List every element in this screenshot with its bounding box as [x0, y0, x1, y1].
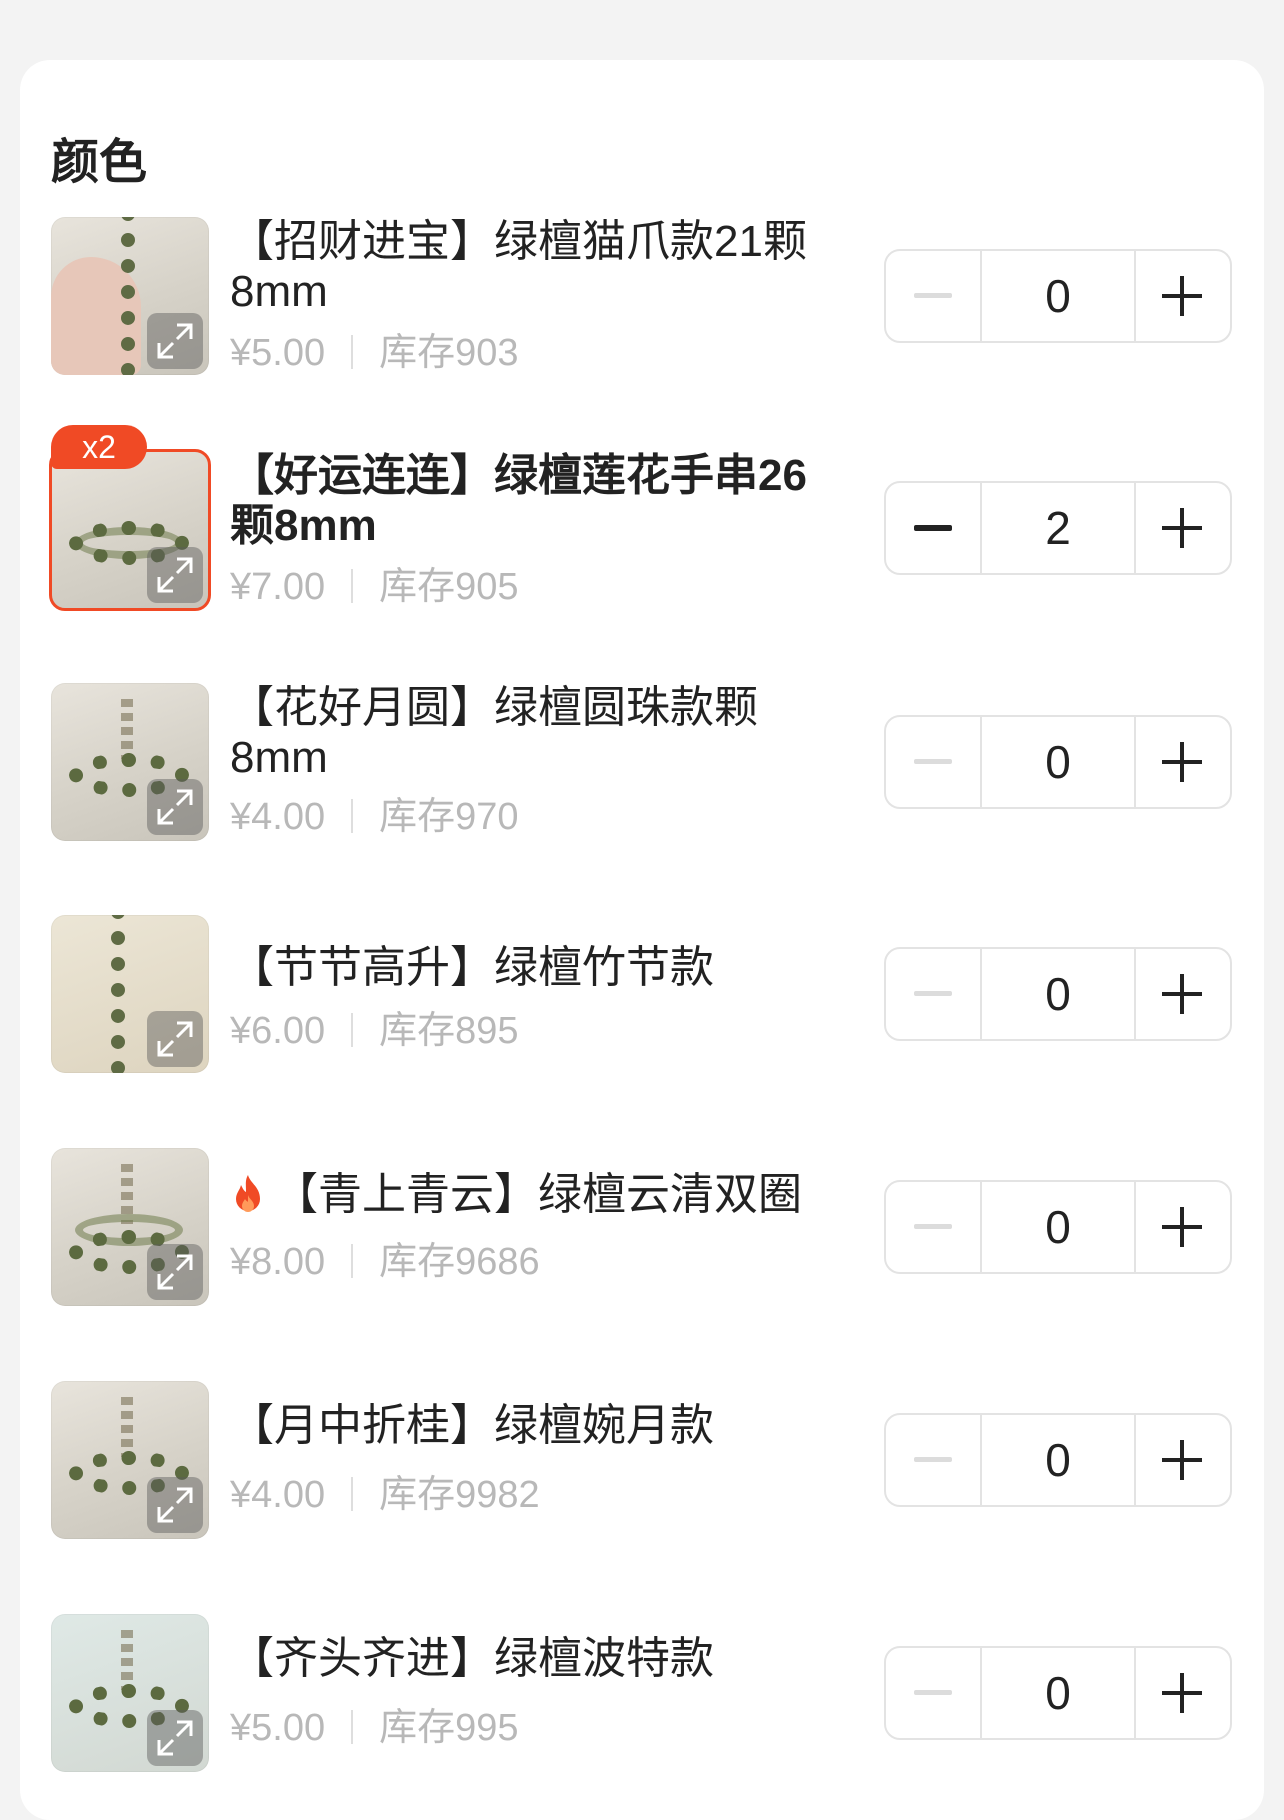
product-image[interactable]	[51, 217, 209, 375]
stock: 库存895	[379, 1010, 519, 1052]
product-image[interactable]	[51, 915, 209, 1073]
increase-button[interactable]	[1134, 1182, 1230, 1272]
stock: 库存905	[379, 566, 519, 608]
product-name: 【齐头齐进】绿檀波特款	[230, 1634, 714, 1683]
decrease-button[interactable]	[886, 1415, 982, 1505]
quantity-stepper: 0	[884, 1413, 1232, 1507]
quantity-input[interactable]: 0	[980, 949, 1136, 1039]
fire-icon	[236, 1175, 260, 1212]
expand-icon[interactable]	[147, 1477, 203, 1533]
list-item: 【节节高升】绿檀竹节款 ¥6.00 库存895 0	[0, 915, 1284, 1075]
list-item: 【花好月圆】绿檀圆珠款颗8mm ¥4.00 库存970 0	[0, 683, 1284, 843]
quantity-badge: x2	[51, 425, 147, 469]
product-image[interactable]	[51, 683, 209, 841]
price: ¥5.00	[230, 1707, 326, 1749]
quantity-stepper: 0	[884, 1646, 1232, 1740]
section-title: 颜色	[51, 136, 148, 189]
increase-button[interactable]	[1134, 483, 1230, 573]
product-name: 【月中折桂】绿檀婉月款	[230, 1401, 714, 1450]
quantity-stepper: 0	[884, 715, 1232, 809]
list-item: 【青上青云】绿檀云清双圈 ¥8.00 库存9686 0	[0, 1148, 1284, 1308]
quantity-stepper: 0	[884, 947, 1232, 1041]
price: ¥4.00	[230, 796, 326, 838]
product-meta: ¥4.00 库存9982	[230, 1463, 540, 1518]
increase-button[interactable]	[1134, 717, 1230, 807]
increase-button[interactable]	[1134, 1648, 1230, 1738]
quantity-input[interactable]: 0	[980, 251, 1136, 341]
increase-button[interactable]	[1134, 949, 1230, 1039]
quantity-input[interactable]: 0	[980, 1415, 1136, 1505]
stock: 库存9982	[379, 1474, 540, 1516]
quantity-stepper: 0	[884, 1180, 1232, 1274]
stock: 库存9686	[379, 1241, 540, 1283]
price: ¥7.00	[230, 566, 326, 608]
product-meta: ¥4.00 库存970	[230, 785, 519, 840]
decrease-button[interactable]	[886, 251, 982, 341]
list-item: x2 【好运连连】绿檀莲花手串26颗8mm ¥7.00 库存905 2	[0, 425, 1284, 611]
quantity-input[interactable]: 0	[980, 1182, 1136, 1272]
product-meta: ¥5.00 库存995	[230, 1696, 519, 1751]
list-item: 【招财进宝】绿檀猫爪款21颗8mm ¥5.00 库存903 0	[0, 217, 1284, 377]
price: ¥6.00	[230, 1010, 326, 1052]
quantity-input[interactable]: 0	[980, 717, 1136, 807]
selected-frame	[49, 449, 211, 611]
quantity-input[interactable]: 2	[980, 483, 1136, 573]
decrease-button[interactable]	[886, 949, 982, 1039]
product-meta: ¥7.00 库存905	[230, 555, 519, 610]
expand-icon[interactable]	[147, 313, 203, 369]
quantity-input[interactable]: 0	[980, 1648, 1136, 1738]
product-meta: ¥8.00 库存9686	[230, 1230, 540, 1285]
decrease-button[interactable]	[886, 1182, 982, 1272]
decrease-button[interactable]	[886, 483, 982, 573]
product-name: 【招财进宝】绿檀猫爪款21颗8mm	[230, 217, 807, 316]
price: ¥5.00	[230, 332, 326, 374]
increase-button[interactable]	[1134, 251, 1230, 341]
product-name: 【青上青云】绿檀云清双圈	[230, 1170, 850, 1220]
price: ¥8.00	[230, 1241, 326, 1283]
expand-icon[interactable]	[147, 779, 203, 835]
expand-icon[interactable]	[147, 1244, 203, 1300]
stock: 库存995	[379, 1707, 519, 1749]
product-image[interactable]	[51, 1148, 209, 1306]
decrease-button[interactable]	[886, 717, 982, 807]
expand-icon[interactable]	[147, 1011, 203, 1067]
price: ¥4.00	[230, 1474, 326, 1516]
product-image[interactable]	[51, 1614, 209, 1772]
quantity-stepper: 2	[884, 481, 1232, 575]
list-item: 【月中折桂】绿檀婉月款 ¥4.00 库存9982 0	[0, 1381, 1284, 1541]
product-name: 【节节高升】绿檀竹节款	[230, 943, 714, 992]
quantity-stepper: 0	[884, 249, 1232, 343]
decrease-button[interactable]	[886, 1648, 982, 1738]
expand-icon[interactable]	[147, 1710, 203, 1766]
increase-button[interactable]	[1134, 1415, 1230, 1505]
stock: 库存970	[379, 796, 519, 838]
product-name: 【花好月圆】绿檀圆珠款颗8mm	[230, 683, 758, 782]
stock: 库存903	[379, 332, 519, 374]
product-name: 【好运连连】绿檀莲花手串26颗8mm	[230, 451, 807, 550]
product-meta: ¥6.00 库存895	[230, 999, 519, 1054]
product-meta: ¥5.00 库存903	[230, 321, 519, 376]
product-image[interactable]	[51, 1381, 209, 1539]
list-item: 【齐头齐进】绿檀波特款 ¥5.00 库存995 0	[0, 1614, 1284, 1774]
